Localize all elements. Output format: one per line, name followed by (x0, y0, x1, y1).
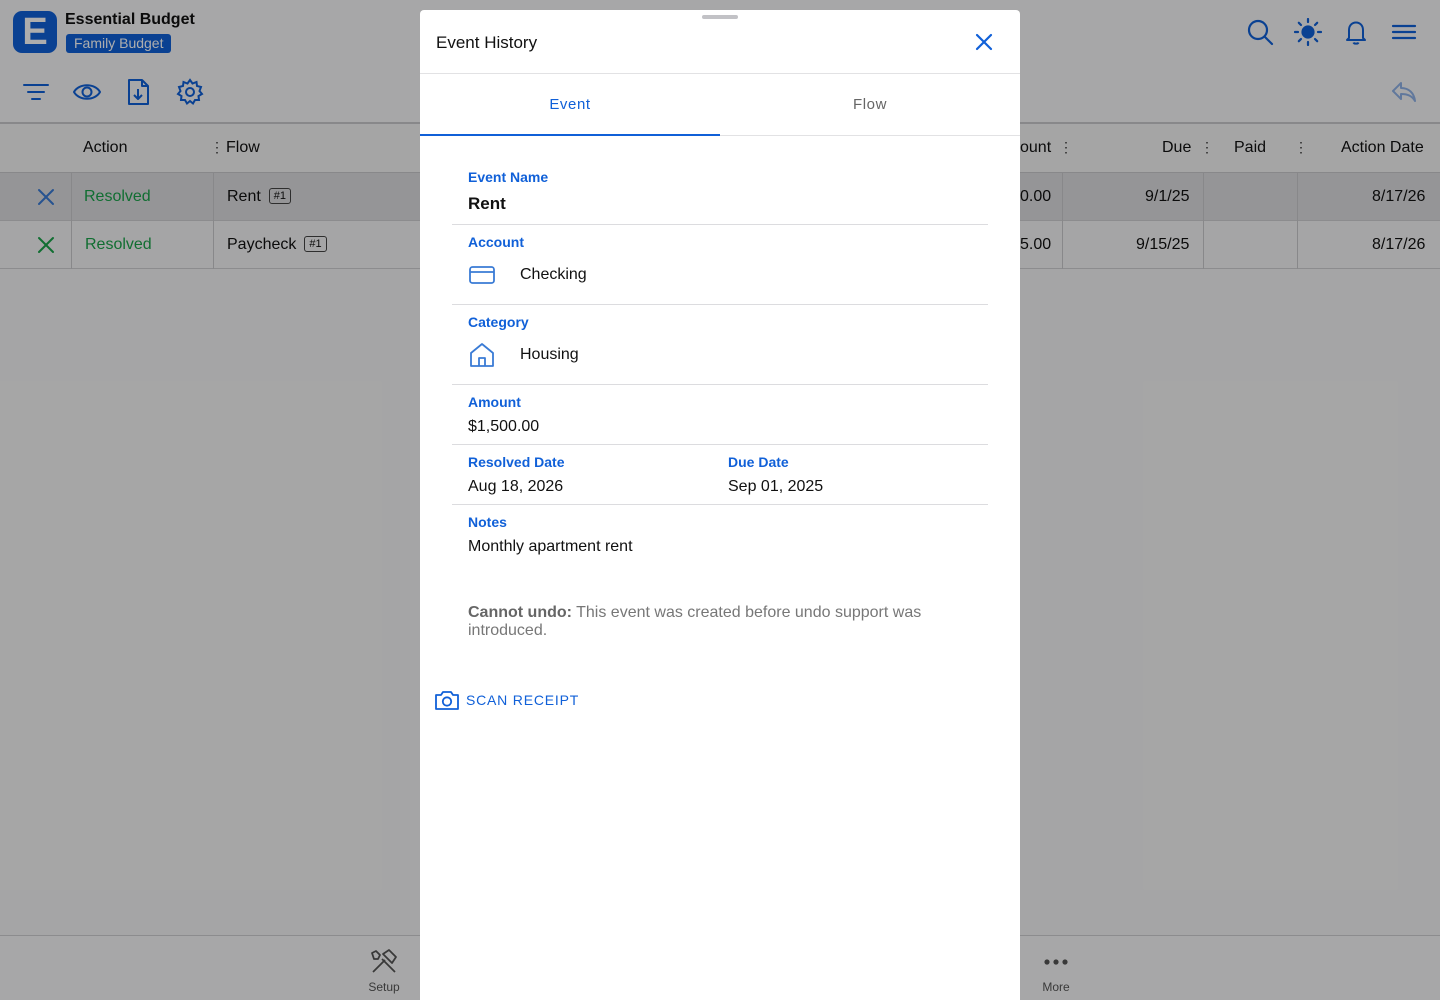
undo-notice: Cannot undo: This event was created befo… (468, 604, 968, 640)
drag-handle[interactable] (702, 15, 738, 19)
account-label: Account (468, 234, 524, 250)
event-history-modal: Event History Event Flow Event Name Rent… (420, 10, 1020, 1000)
undo-notice-title: Cannot undo: (468, 604, 572, 621)
amount-value: $1,500.00 (468, 418, 540, 435)
due-date-label: Due Date (728, 454, 789, 470)
notes-label: Notes (468, 514, 507, 530)
credit-card-icon (468, 261, 496, 289)
divider (452, 504, 988, 505)
camera-icon (435, 691, 459, 710)
amount-label: Amount (468, 394, 521, 410)
due-date-value: Sep 01, 2025 (728, 478, 824, 495)
resolved-date-label: Resolved Date (468, 454, 565, 470)
category-label: Category (468, 314, 529, 330)
scan-receipt-label: SCAN RECEIPT (466, 692, 580, 708)
close-button[interactable] (972, 30, 996, 54)
house-icon (468, 341, 496, 369)
category-value: Housing (520, 346, 579, 363)
account-value: Checking (520, 266, 587, 283)
close-icon (975, 33, 993, 51)
resolved-date-value: Aug 18, 2026 (468, 478, 564, 495)
notes-value: Monthly apartment rent (468, 538, 633, 555)
modal-title: Event History (436, 33, 538, 52)
divider (452, 304, 988, 305)
event-name-value: Rent (468, 194, 506, 213)
tab-flow[interactable]: Flow (720, 74, 1020, 136)
divider (452, 224, 988, 225)
divider (452, 444, 988, 445)
event-name-label: Event Name (468, 169, 549, 185)
scan-receipt-button[interactable]: SCAN RECEIPT (434, 688, 579, 712)
divider (452, 384, 988, 385)
tab-event[interactable]: Event (420, 74, 720, 136)
